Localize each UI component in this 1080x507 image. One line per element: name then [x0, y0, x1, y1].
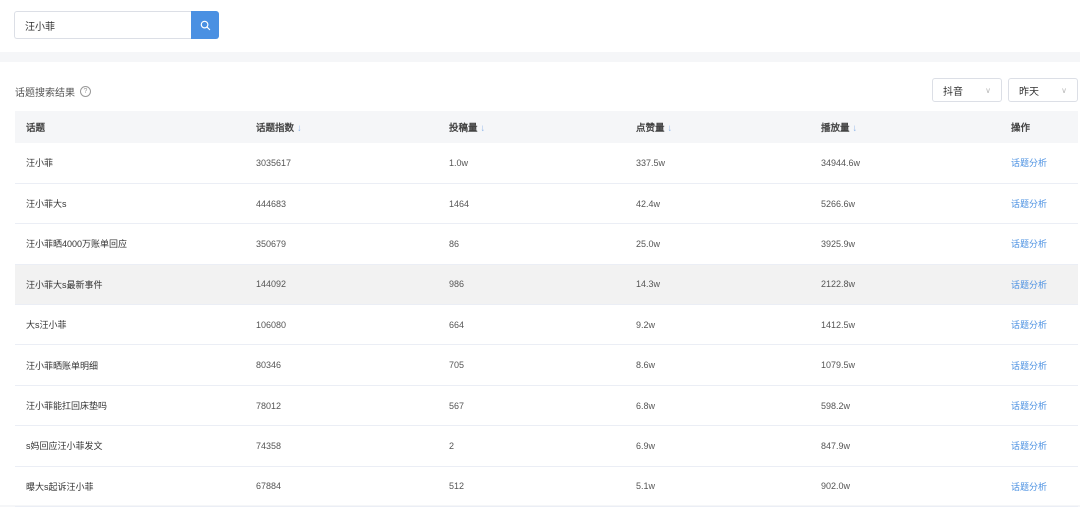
- topic-name: s妈回应汪小菲发文: [26, 441, 103, 452]
- post-count: 512: [449, 481, 465, 492]
- sort-arrow-icon[interactable]: ↓: [481, 123, 486, 134]
- play-count: 847.9w: [821, 440, 851, 451]
- topic-name: 汪小菲晒4000万账单回应: [26, 239, 128, 250]
- topic-index: 350679: [256, 238, 287, 249]
- section-header: 话题搜索结果 ?: [15, 84, 91, 99]
- like-count: 337.5w: [636, 157, 666, 168]
- post-count: 567: [449, 400, 465, 411]
- header-posts[interactable]: 投稿量 ↓: [449, 111, 636, 143]
- header-topic-index[interactable]: 话题指数 ↓: [256, 111, 449, 143]
- table-row: 汪小菲大s 444683 1464 42.4w 5266.6w 话题分析: [15, 183, 1078, 224]
- header-plays[interactable]: 播放量 ↓: [821, 111, 1011, 143]
- date-select-value: 昨天: [1019, 86, 1039, 98]
- question-circle-icon[interactable]: ?: [80, 86, 91, 97]
- play-count: 34944.6w: [821, 157, 861, 168]
- action-cell: 话题分析: [1011, 224, 1078, 264]
- topic-analysis-link[interactable]: 话题分析: [1011, 401, 1047, 411]
- like-count: 42.4w: [636, 198, 661, 209]
- table-header-row: 话题 话题指数 ↓ 投稿量 ↓ 点赞量 ↓ 播放量 ↓ 操作: [15, 111, 1078, 143]
- topic-analysis-link[interactable]: 话题分析: [1011, 361, 1047, 371]
- sort-arrow-icon[interactable]: ↓: [297, 123, 302, 134]
- like-count: 9.2w: [636, 319, 656, 330]
- table-row: 大s汪小菲 106080 664 9.2w 1412.5w 话题分析: [15, 305, 1078, 345]
- post-count: 1.0w: [449, 157, 469, 168]
- topic-analysis-link[interactable]: 话题分析: [1011, 482, 1047, 492]
- topic-name: 汪小菲: [26, 158, 54, 169]
- topic-index: 78012: [256, 400, 282, 411]
- play-count: 1079.5w: [821, 360, 856, 371]
- play-count: 1412.5w: [821, 319, 856, 330]
- platform-select-value: 抖音: [943, 86, 963, 98]
- action-cell: 话题分析: [1011, 466, 1078, 506]
- action-cell: 话题分析: [1011, 385, 1078, 425]
- topic-analysis-link[interactable]: 话题分析: [1011, 441, 1047, 451]
- table-row: 曝大s起诉汪小菲 67884 512 5.1w 902.0w 话题分析: [15, 466, 1078, 507]
- topic-name: 汪小菲能扛回床垫吗: [26, 401, 108, 412]
- table-row: 汪小菲晒4000万账单回应 350679 86 25.0w 3925.9w 话题分析: [15, 224, 1078, 265]
- topic-index: 80346: [256, 360, 282, 371]
- topic-name: 大s汪小菲: [26, 320, 67, 331]
- play-count: 598.2w: [821, 400, 851, 411]
- chevron-down-icon: ∨: [985, 85, 991, 95]
- topic-name: 汪小菲大s最新事件: [26, 279, 103, 290]
- section-title: 话题搜索结果: [15, 88, 75, 99]
- results-panel: 话题搜索结果 ? 抖音 ∨ 昨天 ∨ 话题 话题指数 ↓ 投稿量 ↓ 点赞量 ↓ 播放…: [0, 62, 1080, 507]
- post-count: 986: [449, 279, 465, 290]
- action-cell: 话题分析: [1011, 345, 1078, 385]
- header-topic: 话题: [26, 123, 46, 134]
- header-likes[interactable]: 点赞量 ↓: [636, 111, 821, 143]
- date-select[interactable]: 昨天 ∨: [1008, 78, 1078, 102]
- action-cell: 话题分析: [1011, 305, 1078, 345]
- sort-arrow-icon[interactable]: ↓: [668, 123, 673, 134]
- topic-index: 74358: [256, 440, 282, 451]
- topic-analysis-link[interactable]: 话题分析: [1011, 199, 1047, 209]
- table-row: 汪小菲 3035617 1.0w 337.5w 34944.6w 话题分析: [15, 143, 1078, 184]
- play-count: 5266.6w: [821, 198, 856, 209]
- like-count: 6.9w: [636, 440, 656, 451]
- topic-analysis-link[interactable]: 话题分析: [1011, 280, 1047, 290]
- topic-name: 曝大s起诉汪小菲: [26, 481, 94, 492]
- topic-name: 汪小菲晒账单明细: [26, 360, 99, 371]
- post-count: 1464: [449, 198, 470, 209]
- post-count: 86: [449, 238, 460, 249]
- play-count: 3925.9w: [821, 238, 856, 249]
- topic-index: 444683: [256, 198, 287, 209]
- search-bar-area: [0, 0, 1080, 52]
- play-count: 902.0w: [821, 481, 851, 492]
- action-cell: 话题分析: [1011, 183, 1078, 223]
- play-count: 2122.8w: [821, 279, 856, 290]
- topic-name: 汪小菲大s: [26, 199, 67, 210]
- action-cell: 话题分析: [1011, 426, 1078, 466]
- like-count: 8.6w: [636, 360, 656, 371]
- search-input[interactable]: [14, 11, 191, 39]
- table-row: s妈回应汪小菲发文 74358 2 6.9w 847.9w 话题分析: [15, 426, 1078, 467]
- platform-select[interactable]: 抖音 ∨: [932, 78, 1002, 102]
- like-count: 14.3w: [636, 279, 661, 290]
- like-count: 5.1w: [636, 481, 656, 492]
- topic-analysis-link[interactable]: 话题分析: [1011, 320, 1047, 330]
- topic-index: 106080: [256, 319, 287, 330]
- chevron-down-icon: ∨: [1061, 85, 1067, 95]
- topic-index: 67884: [256, 481, 282, 492]
- header-action: 操作: [1011, 123, 1031, 134]
- search-button[interactable]: [191, 11, 219, 39]
- table-row: 汪小菲大s最新事件 144092 986 14.3w 2122.8w 话题分析: [15, 264, 1078, 305]
- post-count: 664: [449, 319, 465, 330]
- topic-analysis-link[interactable]: 话题分析: [1011, 239, 1047, 249]
- like-count: 6.8w: [636, 400, 656, 411]
- post-count: 2: [449, 440, 455, 451]
- search-icon: [200, 20, 210, 30]
- table-row: 汪小菲能扛回床垫吗 78012 567 6.8w 598.2w 话题分析: [15, 385, 1078, 426]
- sort-arrow-icon[interactable]: ↓: [853, 123, 858, 134]
- topic-analysis-link[interactable]: 话题分析: [1011, 158, 1047, 168]
- topic-table: 话题 话题指数 ↓ 投稿量 ↓ 点赞量 ↓ 播放量 ↓ 操作 汪小菲 3035617 1.0…: [15, 111, 1078, 507]
- table-row: 汪小菲晒账单明细 80346 705 8.6w 1079.5w 话题分析: [15, 345, 1078, 386]
- action-cell: 话题分析: [1011, 143, 1078, 183]
- topic-index: 144092: [256, 279, 287, 290]
- action-cell: 话题分析: [1011, 264, 1078, 304]
- search-box: [14, 11, 219, 39]
- like-count: 25.0w: [636, 238, 661, 249]
- topic-index: 3035617: [256, 157, 292, 168]
- post-count: 705: [449, 360, 465, 371]
